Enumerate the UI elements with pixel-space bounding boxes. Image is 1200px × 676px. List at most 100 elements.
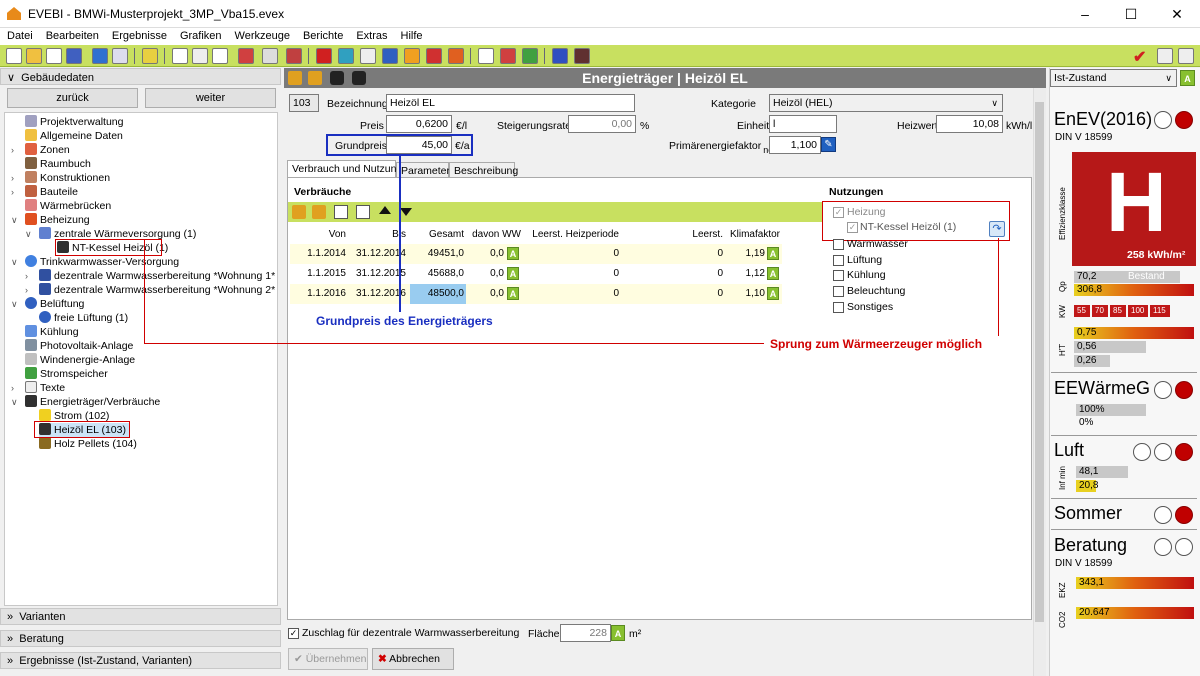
cycle-icon[interactable] bbox=[522, 48, 538, 64]
back-button[interactable]: zurück bbox=[7, 88, 138, 108]
zuschlag-checkbox[interactable]: ✓ bbox=[288, 628, 299, 639]
menu-werkzeuge[interactable]: Werkzeuge bbox=[228, 28, 296, 42]
add-row-icon[interactable] bbox=[292, 205, 306, 219]
menu-bearbeiten[interactable]: Bearbeiten bbox=[39, 28, 105, 42]
check-icon[interactable]: ✔ bbox=[1133, 47, 1146, 67]
delete-row-icon[interactable] bbox=[312, 205, 326, 219]
tree-item-trinkwarmwasser[interactable]: Trinkwarmwasser-Versorgung bbox=[25, 255, 179, 269]
kuehlung-checkbox[interactable] bbox=[833, 270, 844, 281]
section-gebaeudedaten[interactable]: ∨ Gebäudedaten bbox=[0, 68, 281, 85]
sonstiges-checkbox[interactable] bbox=[833, 302, 844, 313]
beleuchtung-checkbox[interactable] bbox=[833, 286, 844, 297]
flaeche-input[interactable]: 228 bbox=[560, 624, 611, 642]
minimize-button[interactable]: – bbox=[1062, 0, 1108, 28]
tree-item-texte[interactable]: Texte bbox=[25, 381, 65, 395]
flash-icon[interactable] bbox=[426, 48, 442, 64]
exit-icon[interactable] bbox=[574, 48, 590, 64]
tab-beschreibung[interactable]: Beschreibung bbox=[449, 162, 518, 178]
state-select[interactable]: Ist-Zustand ∨ bbox=[1050, 69, 1177, 87]
move-down-icon[interactable] bbox=[400, 208, 412, 216]
tree-item-windenergie[interactable]: Windenergie-Anlage bbox=[25, 353, 135, 367]
trend-icon[interactable] bbox=[1178, 48, 1194, 64]
nt-kessel-checkbox[interactable]: ✓ bbox=[847, 222, 858, 233]
scroll-thumb[interactable] bbox=[1035, 102, 1044, 622]
sun-icon[interactable] bbox=[404, 48, 420, 64]
steigerung-input[interactable]: 0,00 bbox=[568, 115, 636, 133]
fire-icon[interactable] bbox=[448, 48, 464, 64]
tree-item-allgemeine-daten[interactable]: Allgemeine Daten bbox=[25, 129, 123, 143]
list-icon[interactable] bbox=[192, 48, 208, 64]
heizwert-input[interactable]: 10,08 bbox=[936, 115, 1003, 133]
tree-item-zonen[interactable]: Zonen bbox=[25, 143, 70, 157]
tab-parameter[interactable]: Parameter bbox=[396, 162, 450, 178]
jump-to-generator-icon[interactable]: ↷ bbox=[989, 221, 1005, 237]
dialog-icon[interactable] bbox=[338, 48, 354, 64]
tree-item-stromspeicher[interactable]: Stromspeicher bbox=[25, 367, 108, 381]
kategorie-select[interactable]: Heizöl (HEL) ∨ bbox=[769, 94, 1003, 112]
section-beratung[interactable]: » Beratung bbox=[0, 630, 281, 647]
move-up-icon[interactable] bbox=[379, 206, 391, 214]
grid-icon[interactable] bbox=[286, 48, 302, 64]
menu-datei[interactable]: Datei bbox=[0, 28, 39, 42]
tree-item-energietraeger[interactable]: Energieträger/Verbräuche bbox=[25, 395, 160, 409]
report-icon[interactable] bbox=[478, 48, 494, 64]
bezeichnung-input[interactable]: Heizöl EL bbox=[386, 94, 635, 112]
chart-icon[interactable] bbox=[500, 48, 516, 64]
paste-row-icon[interactable] bbox=[356, 205, 370, 219]
section-varianten[interactable]: » Varianten bbox=[0, 608, 281, 625]
forward-button[interactable]: weiter bbox=[145, 88, 276, 108]
tree-item-kuehlung[interactable]: Kühlung bbox=[25, 325, 79, 339]
wand-icon[interactable] bbox=[142, 48, 158, 64]
warmwasser-checkbox[interactable] bbox=[833, 239, 844, 250]
menu-berichte[interactable]: Berichte bbox=[296, 28, 349, 42]
a-button[interactable]: A bbox=[507, 247, 519, 260]
menu-grafiken[interactable]: Grafiken bbox=[173, 28, 228, 42]
tree-item-beheizung[interactable]: Beheizung bbox=[25, 213, 90, 227]
copy-icon[interactable] bbox=[46, 48, 62, 64]
transfer-icon[interactable] bbox=[238, 48, 254, 64]
grundpreis-input[interactable]: 45,00 bbox=[386, 136, 452, 154]
new-icon[interactable] bbox=[6, 48, 22, 64]
menu-extras[interactable]: Extras bbox=[349, 28, 393, 42]
section-ergebnisse[interactable]: » Ergebnisse (Ist-Zustand, Varianten) bbox=[0, 652, 281, 669]
tree-icon[interactable] bbox=[262, 48, 278, 64]
fan-icon[interactable] bbox=[382, 48, 398, 64]
tree-item-freie-lueftung[interactable]: freie Lüftung (1) bbox=[39, 311, 128, 325]
tree-item-projektverwaltung[interactable]: Projektverwaltung bbox=[25, 115, 123, 129]
tree-item-dezentrale-ww-2[interactable]: dezentrale Warmwasserbereitung *Wohnung … bbox=[39, 283, 277, 297]
window-icon[interactable] bbox=[316, 48, 332, 64]
close-button[interactable]: ✕ bbox=[1154, 0, 1200, 28]
tab-verbrauch[interactable]: Verbrauch und Nutzung bbox=[287, 160, 402, 178]
a-button[interactable]: A bbox=[767, 247, 779, 260]
tree-item-konstruktionen[interactable]: Konstruktionen bbox=[25, 171, 110, 185]
pages-icon[interactable] bbox=[212, 48, 228, 64]
tree-item-raumbuch[interactable]: Raumbuch bbox=[25, 157, 91, 171]
menu-hilfe[interactable]: Hilfe bbox=[394, 28, 429, 42]
edit-pef-icon[interactable]: ✎ bbox=[821, 137, 836, 152]
tree-item-photovoltaik[interactable]: Photovoltaik-Anlage bbox=[25, 339, 133, 353]
arrow-right-icon[interactable] bbox=[1157, 48, 1173, 64]
tree-item-dezentrale-ww-1[interactable]: dezentrale Warmwasserbereitung *Wohnung … bbox=[39, 269, 277, 283]
tree-item-holz-pellets[interactable]: Holz Pellets (104) bbox=[39, 437, 137, 451]
open-icon[interactable] bbox=[26, 48, 42, 64]
maximize-button[interactable]: ☐ bbox=[1108, 0, 1154, 28]
a-button-right[interactable]: A bbox=[1180, 70, 1195, 86]
heizung-checkbox[interactable]: ✓ bbox=[833, 207, 844, 218]
document-icon[interactable] bbox=[172, 48, 188, 64]
a-button[interactable]: A bbox=[767, 287, 779, 300]
preis-input[interactable]: 0,6200 bbox=[386, 115, 452, 133]
cell-gesamt[interactable]: 48500,0 bbox=[410, 285, 464, 303]
save-icon[interactable] bbox=[66, 48, 82, 64]
a-button[interactable]: A bbox=[767, 267, 779, 280]
cancel-button[interactable]: ✖ Abbrechen bbox=[372, 648, 454, 670]
flaeche-a-button[interactable]: A bbox=[611, 625, 625, 641]
tree-item-waermebruecken[interactable]: Wärmebrücken bbox=[25, 199, 111, 213]
search-icon[interactable] bbox=[360, 48, 376, 64]
tree-item-belueftung[interactable]: Belüftung bbox=[25, 297, 84, 311]
menu-ergebnisse[interactable]: Ergebnisse bbox=[105, 28, 173, 42]
tree-item-bauteile[interactable]: Bauteile bbox=[25, 185, 78, 199]
copy-row-icon[interactable] bbox=[334, 205, 348, 219]
dena-icon[interactable] bbox=[112, 48, 128, 64]
a-button[interactable]: A bbox=[507, 287, 519, 300]
lueftung-checkbox[interactable] bbox=[833, 255, 844, 266]
